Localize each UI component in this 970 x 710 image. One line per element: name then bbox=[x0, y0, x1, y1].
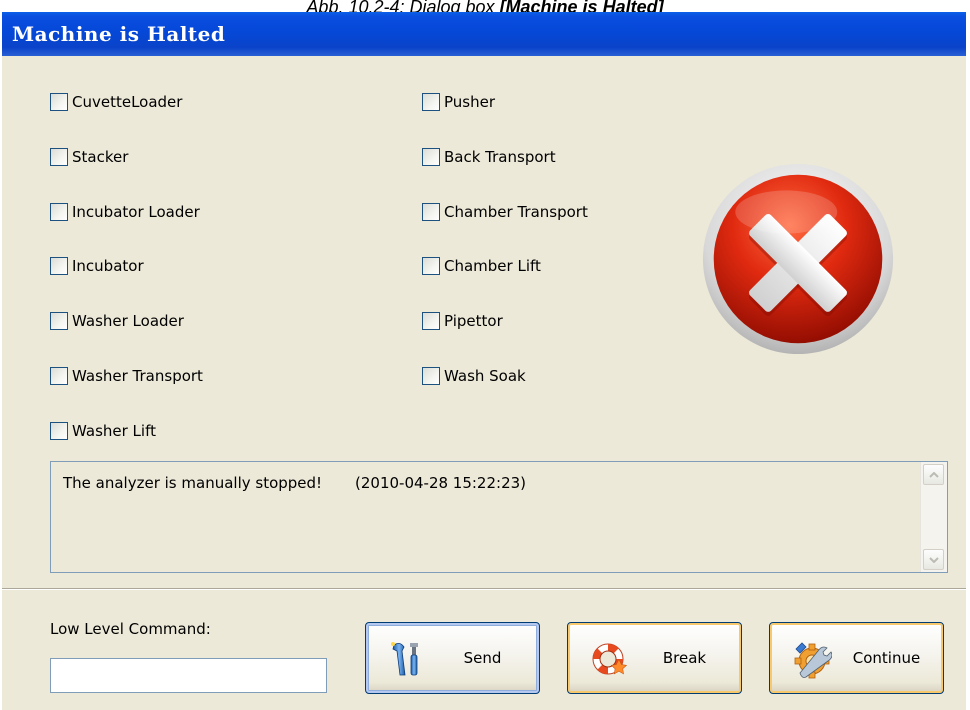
low-level-command-input[interactable] bbox=[50, 658, 327, 693]
scroll-up-button[interactable] bbox=[923, 464, 944, 485]
low-level-command-label: Low Level Command: bbox=[50, 620, 211, 638]
checkbox-label: Stacker bbox=[72, 148, 129, 166]
checkbox-box[interactable] bbox=[50, 367, 68, 385]
checkbox-washer-lift[interactable]: Washer Lift bbox=[50, 420, 156, 442]
checkbox-label: Pusher bbox=[444, 93, 496, 111]
wrench-gear-icon bbox=[794, 642, 832, 679]
checkbox-box[interactable] bbox=[422, 367, 440, 385]
checkbox-washer-transport[interactable]: Washer Transport bbox=[50, 365, 203, 387]
chevron-down-icon bbox=[928, 556, 939, 563]
continue-button[interactable]: Continue bbox=[769, 622, 944, 694]
checkbox-washer-loader[interactable]: Washer Loader bbox=[50, 310, 184, 332]
checkbox-chamber-lift[interactable]: Chamber Lift bbox=[422, 255, 541, 277]
checkbox-box[interactable] bbox=[50, 312, 68, 330]
checkbox-box[interactable] bbox=[50, 148, 68, 166]
lifebuoy-icon bbox=[592, 643, 628, 675]
window-title: Machine is Halted bbox=[12, 22, 226, 46]
checkbox-incubator-loader[interactable]: Incubator Loader bbox=[50, 201, 200, 223]
checkbox-stacker[interactable]: Stacker bbox=[50, 146, 128, 168]
checkbox-label: Back Transport bbox=[444, 148, 556, 166]
checkbox-wash-soak[interactable]: Wash Soak bbox=[422, 365, 526, 387]
message-log[interactable]: The analyzer is manually stopped! (2010-… bbox=[50, 461, 948, 573]
checkbox-box[interactable] bbox=[422, 148, 440, 166]
continue-button-label: Continue bbox=[852, 649, 921, 667]
checkbox-box[interactable] bbox=[50, 93, 68, 111]
checkbox-box[interactable] bbox=[50, 203, 68, 221]
checkbox-chamber-transport[interactable]: Chamber Transport bbox=[422, 201, 588, 223]
checkbox-label: Chamber Lift bbox=[444, 257, 541, 275]
checkbox-label: Washer Transport bbox=[72, 367, 203, 385]
title-bar[interactable]: Machine is Halted bbox=[2, 12, 966, 56]
checkbox-label: Wash Soak bbox=[444, 367, 526, 385]
checkbox-box[interactable] bbox=[422, 203, 440, 221]
checkbox-pusher[interactable]: Pusher bbox=[422, 91, 495, 113]
scroll-down-button[interactable] bbox=[923, 549, 944, 570]
log-timestamp: (2010-04-28 15:22:23) bbox=[355, 474, 527, 492]
checkbox-box[interactable] bbox=[50, 257, 68, 275]
checkbox-incubator[interactable]: Incubator bbox=[50, 255, 144, 277]
checkbox-pipettor[interactable]: Pipettor bbox=[422, 310, 503, 332]
checkbox-label: CuvetteLoader bbox=[72, 93, 183, 111]
checkbox-label: Washer Loader bbox=[72, 312, 184, 330]
checkbox-box[interactable] bbox=[422, 93, 440, 111]
checkbox-label: Incubator bbox=[72, 257, 144, 275]
checkbox-label: Incubator Loader bbox=[72, 203, 200, 221]
checkbox-label: Chamber Transport bbox=[444, 203, 588, 221]
checkbox-box[interactable] bbox=[422, 257, 440, 275]
dialog-window: Machine is Halted CuvetteLoader Stacker … bbox=[2, 12, 966, 710]
log-message: The analyzer is manually stopped! bbox=[63, 474, 323, 492]
send-button[interactable]: Send bbox=[365, 622, 540, 694]
break-button[interactable]: Break bbox=[567, 622, 742, 694]
break-button-label: Break bbox=[662, 649, 707, 667]
send-button-label: Send bbox=[463, 649, 502, 667]
tools-icon bbox=[391, 642, 418, 676]
checkbox-box[interactable] bbox=[422, 312, 440, 330]
divider bbox=[2, 588, 966, 590]
checkbox-box[interactable] bbox=[50, 422, 68, 440]
error-x-icon bbox=[702, 163, 894, 355]
checkbox-back-transport[interactable]: Back Transport bbox=[422, 146, 556, 168]
checkbox-label: Pipettor bbox=[444, 312, 503, 330]
chevron-up-icon bbox=[928, 471, 939, 478]
checkbox-label: Washer Lift bbox=[72, 422, 156, 440]
log-scrollbar[interactable] bbox=[920, 462, 947, 572]
checkbox-cuvette-loader[interactable]: CuvetteLoader bbox=[50, 91, 182, 113]
